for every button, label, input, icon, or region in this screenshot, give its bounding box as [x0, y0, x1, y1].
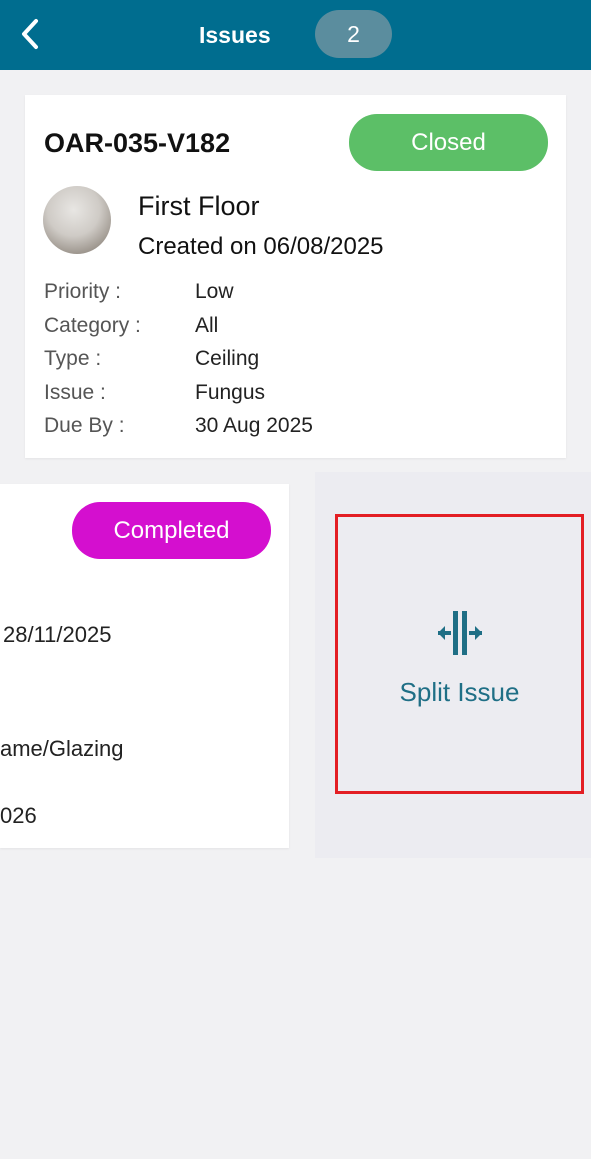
status-badge-closed: Closed — [349, 114, 548, 171]
due-by-label: Due By : — [44, 414, 125, 437]
type-label: Type : — [44, 347, 102, 370]
secondary-created-date: 28/11/2025 — [3, 622, 112, 647]
page-title: Issues — [199, 22, 271, 48]
issue-count-badge: 2 — [315, 10, 392, 58]
created-date: Created on 06/08/2025 — [138, 233, 384, 260]
category-value: All — [195, 314, 219, 337]
chevron-left-icon — [22, 19, 38, 49]
issue-label: Issue : — [44, 381, 106, 404]
due-by-value: 30 Aug 2025 — [195, 414, 313, 437]
secondary-due-date: 026 — [0, 803, 37, 828]
location-name: First Floor — [138, 191, 260, 221]
issue-value: Fungus — [195, 381, 266, 404]
split-issue-button[interactable]: Split Issue — [335, 514, 584, 794]
priority-label: Priority : — [44, 280, 122, 303]
back-button[interactable] — [8, 12, 52, 56]
split-icon — [437, 610, 482, 655]
issue-card-secondary[interactable]: Completed 28/11/2025 ame/Glazing 026 — [0, 484, 289, 848]
type-value: Ceiling — [195, 347, 260, 370]
issue-card-primary[interactable]: OAR-035-V182 Closed First Floor Created … — [25, 95, 566, 458]
app-header: Issues 2 — [0, 0, 591, 70]
status-badge-completed: Completed — [72, 502, 271, 559]
secondary-type-value: ame/Glazing — [0, 736, 124, 761]
priority-value: Low — [195, 280, 234, 303]
location-avatar — [43, 186, 111, 254]
split-issue-label: Split Issue — [399, 676, 520, 707]
category-label: Category : — [44, 314, 141, 337]
issue-id: OAR-035-V182 — [44, 128, 231, 158]
